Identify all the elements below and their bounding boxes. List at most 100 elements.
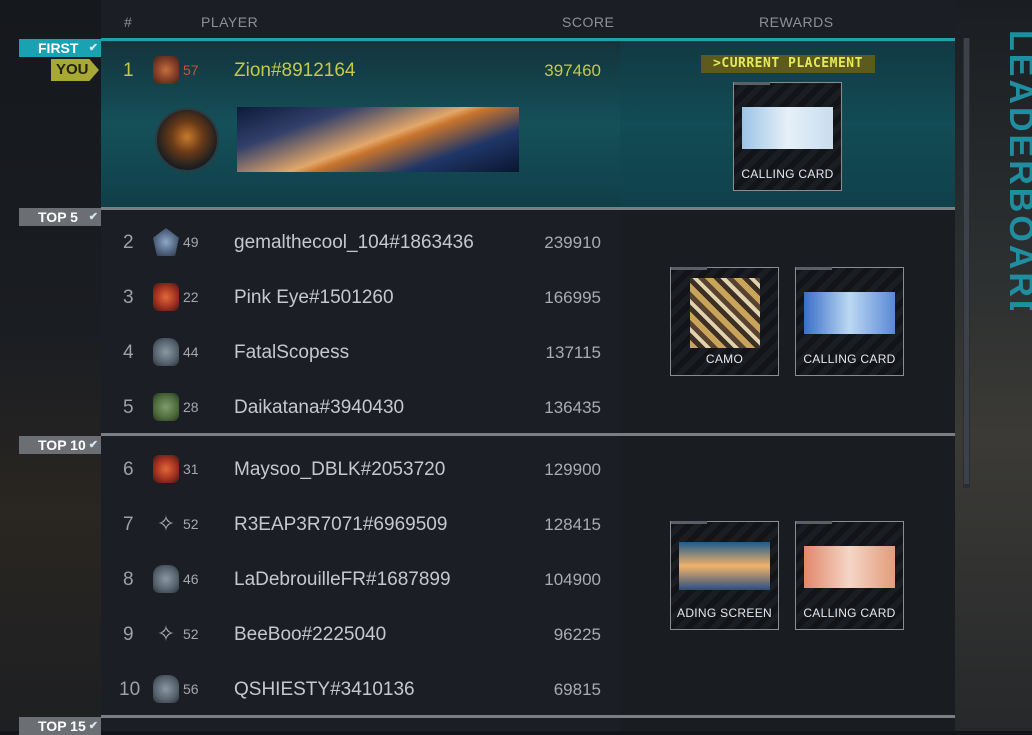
row-level: 57 bbox=[183, 62, 199, 78]
row-rank: 7 bbox=[123, 514, 134, 535]
table-row[interactable]: 10 56 QSHIESTY#3410136 69815 bbox=[101, 662, 620, 717]
table-row[interactable]: 1 57 Zion#8912164 397460 bbox=[101, 43, 620, 98]
row-score: 166995 bbox=[544, 288, 601, 307]
reward-camo[interactable]: CAMO bbox=[670, 267, 779, 376]
tier-divider-top5 bbox=[101, 207, 955, 210]
table-row[interactable]: 4 44 FatalScopess 137115 bbox=[101, 325, 620, 380]
row-player-name[interactable]: BeeBoo#2225040 bbox=[234, 607, 386, 662]
tier-label: FIRST bbox=[38, 40, 79, 56]
row-score: 129900 bbox=[544, 460, 601, 479]
row-rank: 3 bbox=[123, 287, 134, 308]
reward-loading-screen[interactable]: ADING SCREEN bbox=[670, 521, 779, 630]
row-rank: 4 bbox=[123, 342, 134, 363]
current-placement-badge: >CURRENT PLACEMENT bbox=[701, 55, 875, 73]
table-row[interactable]: 6 31 Maysoo_DBLK#2053720 129900 bbox=[101, 442, 620, 497]
row-player-name[interactable]: FatalScopess bbox=[234, 325, 349, 380]
row-level: 52 bbox=[183, 626, 199, 642]
row-level: 31 bbox=[183, 461, 199, 477]
row-rank: 8 bbox=[123, 569, 134, 590]
background-left bbox=[0, 0, 101, 731]
star-emblem-icon: ✧ bbox=[156, 511, 176, 536]
tier-label: TOP 5 bbox=[38, 209, 78, 225]
row-rank: 6 bbox=[123, 459, 134, 480]
player-avatar bbox=[155, 108, 219, 172]
row-player-name[interactable]: Zion#8912164 bbox=[234, 43, 356, 98]
header-rewards: REWARDS bbox=[759, 14, 834, 30]
tier-tag-first: FIRST ✔ bbox=[19, 39, 101, 57]
table-row[interactable]: 2 49 gemalthecool_104#1863436 239910 bbox=[101, 215, 620, 270]
table-row[interactable]: 3 22 Pink Eye#1501260 166995 bbox=[101, 270, 620, 325]
reward-label: CALLING CARD bbox=[741, 167, 834, 181]
reward-label: CALLING CARD bbox=[803, 352, 896, 366]
scrollbar-thumb[interactable] bbox=[964, 38, 969, 484]
reward-calling-card[interactable]: CALLING CARD bbox=[733, 82, 842, 191]
tier-tag-top10: TOP 10 ✔ bbox=[19, 436, 101, 454]
scrollbar[interactable] bbox=[963, 38, 970, 488]
winged-emblem-icon bbox=[153, 228, 179, 256]
row-score: 397460 bbox=[544, 61, 601, 80]
reward-calling-card[interactable]: CALLING CARD bbox=[795, 267, 904, 376]
row-player-name[interactable]: Daikatana#3940430 bbox=[234, 380, 404, 435]
skull-emblem-icon bbox=[153, 565, 179, 593]
row-score: 128415 bbox=[544, 515, 601, 534]
loading-screen-art bbox=[679, 542, 770, 590]
row-score: 96225 bbox=[553, 625, 601, 644]
table-row[interactable]: 9 ✧ 52 BeeBoo#2225040 96225 bbox=[101, 607, 620, 662]
red-helmet-emblem-icon bbox=[153, 455, 179, 483]
row-level: 22 bbox=[183, 289, 199, 305]
row-level: 46 bbox=[183, 571, 199, 587]
tier-label: TOP 10 bbox=[38, 437, 86, 453]
row-player-name[interactable]: LaDebrouilleFR#1687899 bbox=[234, 552, 451, 607]
row-level: 56 bbox=[183, 681, 199, 697]
row-score: 136435 bbox=[544, 398, 601, 417]
row-rank: 5 bbox=[123, 397, 134, 418]
header-rank: # bbox=[124, 14, 133, 30]
leaderboard-title: LEADERBOARD bbox=[1002, 30, 1032, 310]
reward-label: CAMO bbox=[705, 352, 744, 366]
reward-label: CALLING CARD bbox=[803, 606, 896, 620]
calling-card-art bbox=[804, 546, 895, 588]
row-score: 239910 bbox=[544, 233, 601, 252]
check-icon: ✔ bbox=[88, 211, 98, 223]
row-player-name[interactable]: Maysoo_DBLK#2053720 bbox=[234, 442, 445, 497]
row-player-name[interactable]: QSHIESTY#3410136 bbox=[234, 662, 415, 717]
row-player-name[interactable]: R3EAP3R7071#6969509 bbox=[234, 497, 447, 552]
calling-card-art bbox=[742, 107, 833, 149]
check-icon: ✔ bbox=[88, 439, 98, 451]
row-level: 49 bbox=[183, 234, 199, 250]
table-row[interactable]: 8 46 LaDebrouilleFR#1687899 104900 bbox=[101, 552, 620, 607]
tier-tag-top15: TOP 15 ✔ bbox=[19, 717, 101, 735]
header-player: PLAYER bbox=[201, 14, 259, 30]
star-emblem-icon: ✧ bbox=[156, 621, 176, 646]
skull-emblem-icon bbox=[153, 338, 179, 366]
row-level: 52 bbox=[183, 516, 199, 532]
you-tag: YOU bbox=[51, 59, 99, 81]
row-score: 104900 bbox=[544, 570, 601, 589]
row-player-name[interactable]: gemalthecool_104#1863436 bbox=[234, 215, 474, 270]
row-score: 69815 bbox=[553, 680, 601, 699]
soldier-emblem-icon bbox=[153, 393, 179, 421]
calling-card-art bbox=[804, 292, 895, 334]
row-rank: 2 bbox=[123, 232, 134, 253]
row-rank: 10 bbox=[119, 679, 141, 700]
skull-emblem-icon bbox=[153, 675, 179, 703]
reward-calling-card[interactable]: CALLING CARD bbox=[795, 521, 904, 630]
player-banner bbox=[237, 107, 519, 172]
row-level: 44 bbox=[183, 344, 199, 360]
check-icon: ✔ bbox=[88, 42, 98, 54]
row-score: 137115 bbox=[545, 343, 601, 362]
red-helmet-emblem-icon bbox=[153, 283, 179, 311]
row-level: 28 bbox=[183, 399, 199, 415]
tier-tag-top5: TOP 5 ✔ bbox=[19, 208, 101, 226]
table-row[interactable]: 5 28 Daikatana#3940430 136435 bbox=[101, 380, 620, 435]
camo-art bbox=[690, 278, 760, 348]
tier-label: TOP 15 bbox=[38, 718, 86, 734]
tier-divider-first bbox=[101, 38, 955, 41]
header-score: SCORE bbox=[562, 14, 615, 30]
table-row[interactable]: 7 ✧ 52 R3EAP3R7071#6969509 128415 bbox=[101, 497, 620, 552]
reward-label: ADING SCREEN bbox=[677, 606, 772, 620]
row-player-name[interactable]: Pink Eye#1501260 bbox=[234, 270, 394, 325]
row-rank: 1 bbox=[123, 60, 134, 81]
skull-emblem-red-icon bbox=[153, 56, 179, 84]
row-rank: 9 bbox=[123, 624, 134, 645]
